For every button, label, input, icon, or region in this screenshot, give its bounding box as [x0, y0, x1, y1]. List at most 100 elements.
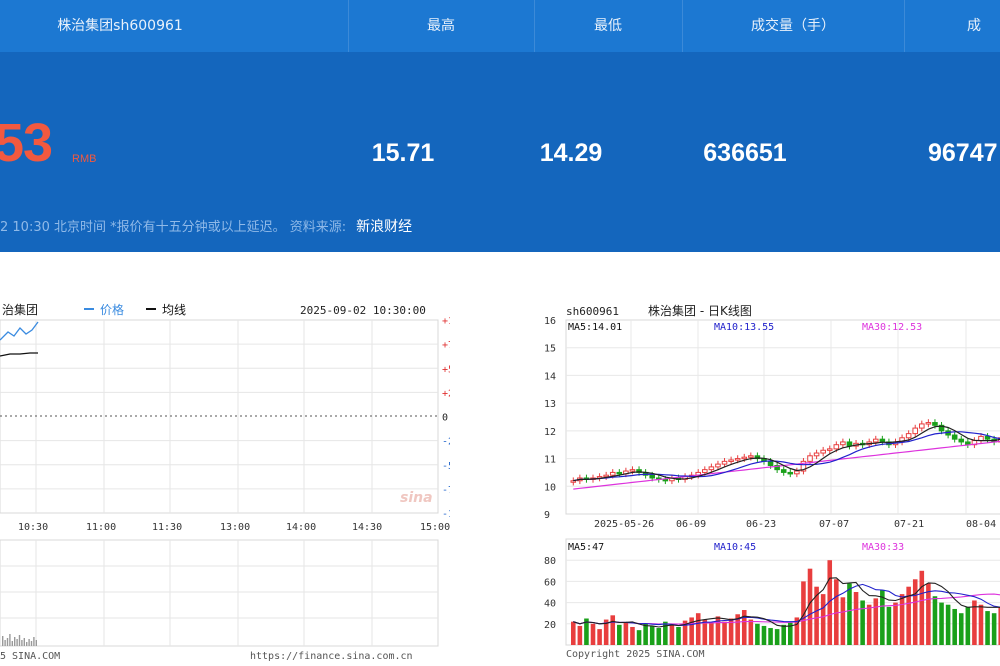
volume-bar — [853, 592, 859, 645]
intraday-pct-axis: +10.01% +7.51% +5.01% +2.50% 0.00% -2.50% -5.0… — [442, 316, 450, 520]
sina-watermark: sina — [400, 490, 433, 506]
candle-body — [794, 470, 800, 475]
volume-tick-label: 60 — [544, 577, 556, 588]
price-tick-label: 9 — [544, 510, 550, 521]
pct-tick-label: -10.01% — [442, 509, 450, 520]
candle-body — [787, 471, 794, 475]
volume-bar — [899, 594, 905, 645]
candle-body — [872, 438, 879, 443]
candle-body — [932, 422, 938, 426]
candle-body — [984, 435, 991, 440]
volume-bar — [577, 625, 583, 645]
volume-bar — [945, 604, 951, 645]
daily-ma30-label: MA30:12.53 — [862, 322, 922, 333]
volume-bar — [18, 635, 21, 646]
col-volume-label: 成交量（手） — [751, 18, 835, 34]
volume-bar — [781, 624, 786, 645]
candle-body — [721, 460, 728, 465]
volume-bar — [9, 634, 11, 646]
intraday-legend-avg: 均线 — [162, 303, 186, 317]
volume-bar — [755, 623, 760, 645]
price-tick-label: 14 — [544, 371, 556, 382]
volume-bar — [669, 624, 675, 645]
volume-bar — [978, 604, 984, 645]
volume-bar — [860, 600, 865, 645]
volume-bar — [2, 636, 4, 646]
daily-footer: Copyright 2025 SINA.COM — [566, 649, 704, 660]
pct-tick-label: -7.51% — [442, 485, 450, 496]
time-tick-label: 15:00 — [420, 522, 450, 533]
candle-body — [912, 427, 919, 435]
price-legend-swatch — [84, 308, 94, 310]
daily-symbol: sh600961 — [566, 305, 619, 318]
daily-title: 株治集团 - 日K线图 — [648, 303, 752, 318]
intraday-datetime: 2025-09-02 10:30:00 — [300, 304, 426, 317]
volume-bar — [709, 622, 714, 645]
low-value: 14.29 — [539, 139, 603, 167]
pct-tick-label: +5.01% — [442, 364, 450, 375]
pct-tick-label: +2.50% — [442, 388, 450, 399]
candle-body — [879, 438, 886, 443]
delay-note-text: 2 10:30 北京时间 *报价有十五分钟或以上延迟。 资料来源: — [0, 220, 347, 235]
volume-bar — [676, 626, 681, 645]
volume-bar — [926, 583, 931, 645]
volume-bar — [617, 624, 622, 645]
candle-body — [951, 434, 958, 440]
candle-body — [649, 474, 655, 479]
time-tick-label: 11:30 — [152, 522, 182, 533]
daily-vol-ma5-label: MA5:47 — [568, 542, 604, 553]
intraday-legend-price: 价格 — [100, 302, 124, 317]
candle-body — [919, 423, 925, 429]
volume-bar — [958, 613, 964, 645]
time-tick-label: 14:00 — [286, 522, 316, 533]
candle-body — [840, 441, 846, 446]
intraday-footer-right[interactable]: https://finance.sina.com.cn — [250, 651, 413, 662]
price-tick-label: 13 — [544, 399, 556, 410]
daily-date-axis: 2025-05-26 06-09 06-23 07-07 07-21 08-04 — [594, 519, 996, 530]
daily-kline-chart: sh600961 株治集团 - 日K线图 16 15 14 13 12 11 10 9 MA5… — [544, 303, 1000, 660]
volume-bar — [748, 619, 754, 645]
candle-body — [734, 458, 741, 461]
stock-name[interactable]: 株治集团sh600961 — [0, 0, 240, 52]
candle-body — [702, 469, 708, 473]
volume-bar — [774, 629, 780, 645]
volume-bar — [643, 623, 648, 645]
candle-body — [715, 463, 721, 468]
time-tick-label: 14:30 — [352, 522, 382, 533]
volume-bar — [21, 640, 23, 646]
volume-bar — [722, 621, 727, 645]
volume-tick-label: 20 — [544, 620, 556, 631]
volume-bar — [847, 583, 852, 645]
source-link[interactable]: 新浪财经 — [356, 219, 412, 235]
intraday-time-axis: 10:30 11:00 11:30 13:00 14:00 14:30 15:00 — [18, 522, 450, 533]
current-price: 53 — [0, 113, 53, 173]
candle-body — [925, 422, 932, 425]
volume-bar — [6, 638, 9, 646]
volume-bar — [30, 641, 33, 646]
daily-vol-ma10-label: MA10:45 — [714, 542, 756, 553]
volume-value: 636651 — [703, 139, 787, 167]
volume-bar — [965, 606, 971, 645]
volume-bar — [656, 628, 662, 645]
amount-value: 96747 — [928, 139, 998, 167]
daily-volume-axis: 80 60 40 20 — [544, 556, 556, 631]
volume-bar — [741, 610, 747, 645]
volume-tick-label: 80 — [544, 556, 556, 567]
volume-bar — [649, 625, 655, 645]
high-value: 15.71 — [371, 139, 435, 167]
avg-legend-swatch — [146, 308, 156, 310]
candle-body — [708, 466, 715, 471]
candle-body — [728, 459, 734, 462]
candle-body — [820, 449, 826, 454]
volume-bar — [866, 604, 872, 645]
volume-bar — [761, 625, 767, 645]
volume-bar — [14, 637, 16, 646]
volume-bar — [768, 628, 773, 645]
volume-bar — [35, 640, 37, 646]
date-tick-label: 08-04 — [966, 519, 996, 530]
candle-body — [616, 471, 623, 475]
candle-body — [748, 455, 754, 458]
volume-bar — [952, 608, 957, 645]
price-tick-label: 16 — [544, 316, 556, 327]
pct-tick-label: 0.00% — [442, 413, 450, 424]
